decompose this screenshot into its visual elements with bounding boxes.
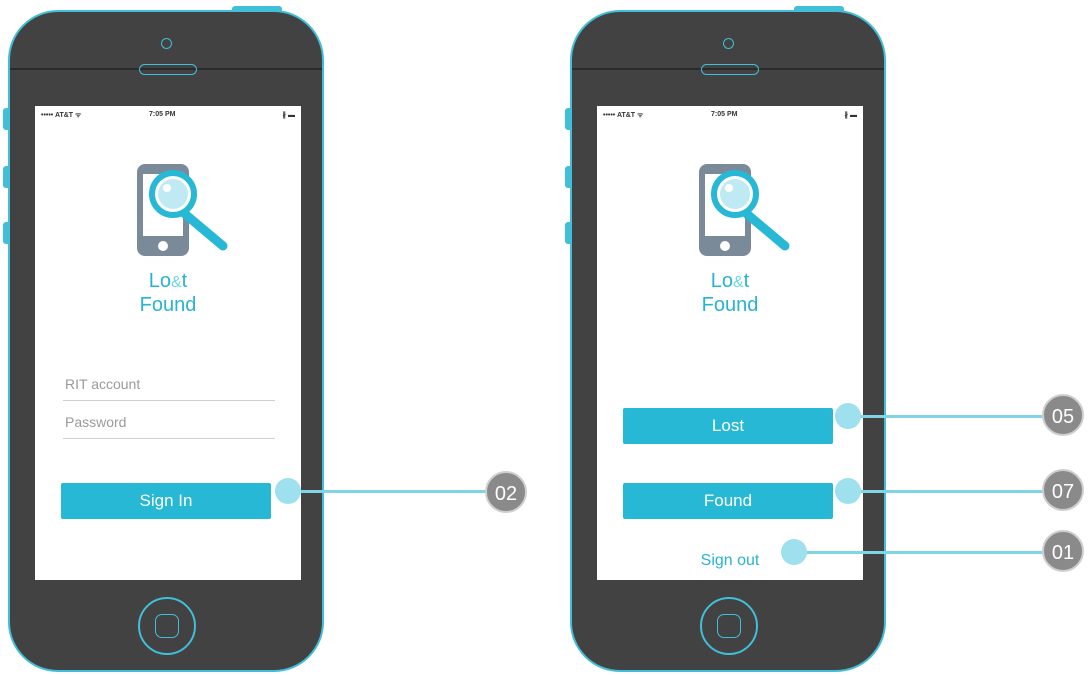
password-field[interactable]: Password: [63, 412, 275, 439]
login-screen: ••••• AT&T ᯤ 7:05 PM ∦ ▬ Lo&t Found RIT …: [35, 106, 301, 580]
home-button[interactable]: [700, 597, 758, 655]
status-time: 7:05 PM: [149, 111, 176, 118]
sign-in-button[interactable]: Sign In: [61, 483, 271, 519]
mute-switch: [3, 108, 8, 130]
callout-dot-sign-out: [781, 539, 807, 565]
callout-badge-found: 07: [1042, 469, 1084, 511]
found-button[interactable]: Found: [623, 483, 833, 519]
callout-dot-found: [835, 478, 861, 504]
callout-line-found: [848, 490, 1044, 493]
callout-line-sign-in: [288, 490, 488, 493]
status-bar: ••••• AT&T ᯤ 7:05 PM ∦ ▬: [603, 111, 857, 123]
volume-up-button: [3, 166, 8, 188]
battery-icon: ∦ ▬: [282, 112, 295, 119]
power-button: [794, 6, 844, 11]
callout-badge-sign-out: 01: [1042, 530, 1084, 572]
callout-line-sign-out: [794, 551, 1044, 554]
callout-line-lost: [848, 415, 1044, 418]
camera-icon: [161, 38, 172, 49]
status-bar: ••••• AT&T ᯤ 7:05 PM ∦ ▬: [41, 111, 295, 123]
home-square-icon: [155, 614, 179, 638]
speaker-grille: [139, 64, 197, 75]
home-button[interactable]: [138, 597, 196, 655]
carrier-signal: ••••• AT&T ᯤ: [603, 112, 644, 119]
sign-out-link[interactable]: Sign out: [597, 552, 863, 570]
status-time: 7:05 PM: [711, 111, 738, 118]
mute-switch: [565, 108, 570, 130]
volume-down-button: [565, 222, 570, 244]
camera-icon: [723, 38, 734, 49]
callout-badge-lost: 05: [1042, 394, 1084, 436]
app-name: Lo&t Found: [139, 270, 197, 316]
volume-down-button: [3, 222, 8, 244]
speaker-grille: [701, 64, 759, 75]
callout-dot-sign-in: [275, 478, 301, 504]
lost-found-logo-icon: [699, 164, 790, 256]
app-name: Lo&t Found: [701, 270, 759, 316]
battery-icon: ∦ ▬: [844, 112, 857, 119]
carrier-signal: ••••• AT&T ᯤ: [41, 112, 82, 119]
volume-up-button: [565, 166, 570, 188]
password-placeholder: Password: [65, 414, 127, 430]
callout-badge-sign-in: 02: [485, 471, 527, 513]
account-placeholder: RIT account: [65, 376, 141, 392]
lost-button[interactable]: Lost: [623, 408, 833, 444]
home-screen: ••••• AT&T ᯤ 7:05 PM ∦ ▬ Lo&t Found Lost…: [597, 106, 863, 580]
account-field[interactable]: RIT account: [63, 374, 275, 401]
phone-login: ••••• AT&T ᯤ 7:05 PM ∦ ▬ Lo&t Found RIT …: [3, 6, 324, 672]
callout-dot-lost: [835, 403, 861, 429]
lost-found-logo-icon: [137, 164, 228, 256]
home-square-icon: [717, 614, 741, 638]
phone-home: ••••• AT&T ᯤ 7:05 PM ∦ ▬ Lo&t Found Lost…: [565, 6, 886, 672]
power-button: [232, 6, 282, 11]
